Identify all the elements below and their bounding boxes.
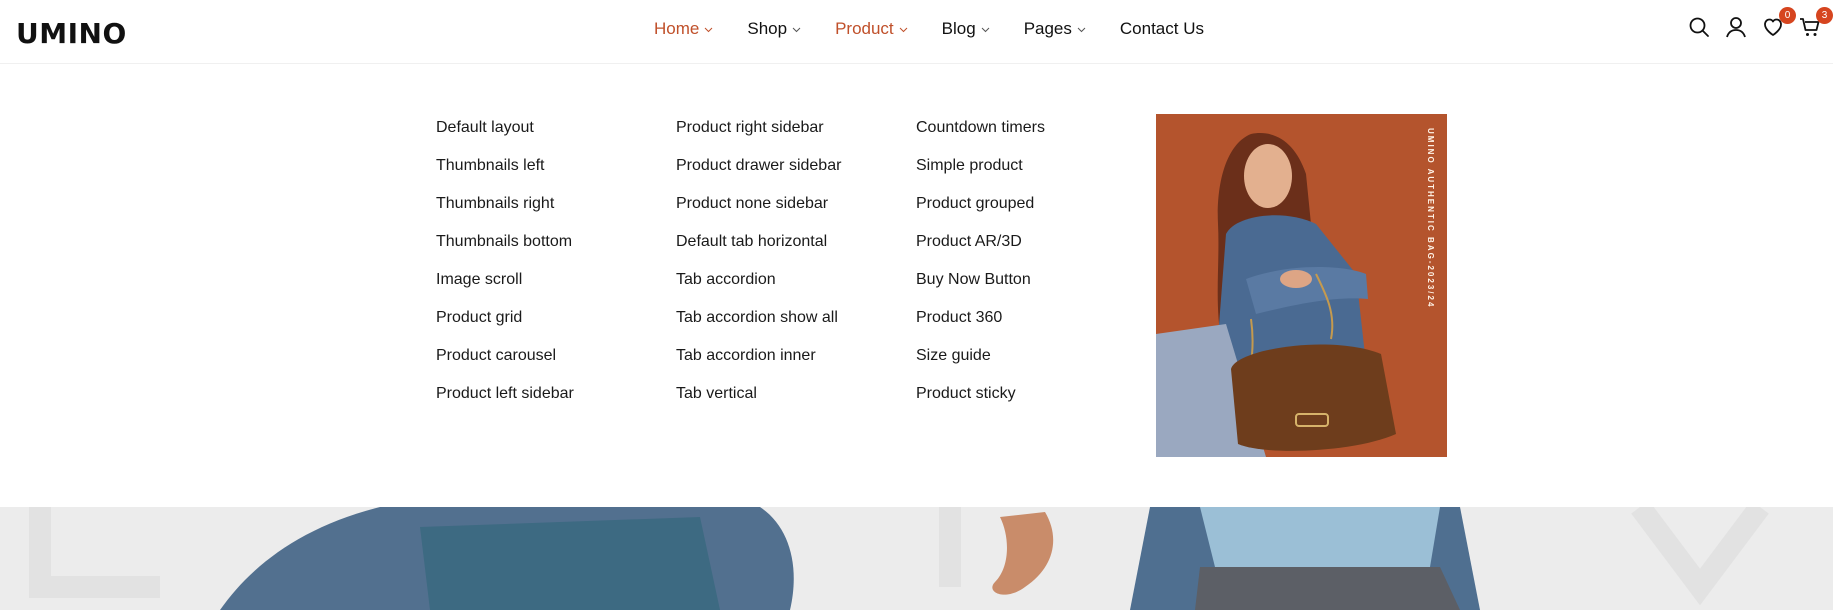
menu-link-product-grid[interactable]: Product grid — [436, 304, 574, 342]
menu-link-thumbnails-bottom[interactable]: Thumbnails bottom — [436, 228, 574, 266]
menu-link-product-sticky[interactable]: Product sticky — [916, 380, 1045, 418]
menu-link-buy-now-button[interactable]: Buy Now Button — [916, 266, 1045, 304]
nav-item-label: Shop — [747, 19, 788, 38]
menu-link-size-guide[interactable]: Size guide — [916, 342, 1045, 380]
nav-item-home[interactable]: Home — [654, 19, 713, 39]
main-nav: Home Shop Product Blog Pages Contact Us — [654, 19, 1238, 39]
account-button[interactable] — [1725, 16, 1749, 40]
mega-menu-column-features: Countdown timers Simple product Product … — [916, 114, 1045, 418]
hero-banner-partial — [0, 507, 1833, 610]
wishlist-button[interactable]: 0 — [1762, 7, 1796, 40]
menu-link-thumbnails-right[interactable]: Thumbnails right — [436, 190, 574, 228]
site-header: UMINO Home Shop Product Blog Pages Conta… — [0, 0, 1833, 64]
menu-link-product-drawer-sidebar[interactable]: Product drawer sidebar — [676, 152, 841, 190]
menu-link-product-grouped[interactable]: Product grouped — [916, 190, 1045, 228]
nav-item-label: Pages — [1023, 19, 1072, 38]
menu-link-tab-accordion[interactable]: Tab accordion — [676, 266, 841, 304]
nav-item-label: Contact Us — [1119, 19, 1204, 38]
promo-caption: UMINO AUTHENTIC BAG-2023/24 — [1426, 128, 1435, 309]
nav-item-label: Blog — [941, 19, 976, 38]
wishlist-count-badge: 0 — [1779, 7, 1796, 24]
menu-link-product-360[interactable]: Product 360 — [916, 304, 1045, 342]
chevron-down-icon — [981, 27, 990, 33]
menu-link-default-layout[interactable]: Default layout — [436, 114, 574, 152]
cart-button[interactable]: 3 — [1799, 7, 1833, 40]
chevron-down-icon — [1077, 27, 1086, 33]
user-icon — [1726, 17, 1746, 38]
nav-item-pages[interactable]: Pages — [1024, 19, 1086, 39]
menu-link-default-tab-horizontal[interactable]: Default tab horizontal — [676, 228, 841, 266]
nav-item-shop[interactable]: Shop — [747, 19, 801, 39]
model-with-bag-illustration — [1156, 114, 1447, 457]
menu-link-product-left-sidebar[interactable]: Product left sidebar — [436, 380, 574, 418]
menu-link-simple-product[interactable]: Simple product — [916, 152, 1045, 190]
chevron-down-icon — [705, 27, 713, 33]
cart-count-badge: 3 — [1816, 7, 1833, 24]
menu-link-product-none-sidebar[interactable]: Product none sidebar — [676, 190, 841, 228]
menu-link-countdown-timers[interactable]: Countdown timers — [916, 114, 1045, 152]
nav-item-blog[interactable]: Blog — [942, 19, 990, 39]
chevron-down-icon — [792, 27, 801, 33]
search-icon — [1689, 17, 1709, 37]
menu-link-product-carousel[interactable]: Product carousel — [436, 342, 574, 380]
product-mega-menu: Default layout Thumbnails left Thumbnail… — [0, 64, 1833, 507]
menu-link-thumbnails-left[interactable]: Thumbnails left — [436, 152, 574, 190]
menu-link-tab-accordion-inner[interactable]: Tab accordion inner — [676, 342, 841, 380]
menu-link-product-right-sidebar[interactable]: Product right sidebar — [676, 114, 841, 152]
promo-image[interactable]: UMINO AUTHENTIC BAG-2023/24 — [1156, 114, 1447, 457]
menu-link-tab-accordion-show-all[interactable]: Tab accordion show all — [676, 304, 841, 342]
nav-item-label: Home — [654, 19, 700, 38]
mega-menu-column-sidebars-tabs: Product right sidebar Product drawer sid… — [676, 114, 841, 418]
hero-illustration — [0, 507, 1833, 610]
nav-item-label: Product — [835, 19, 894, 38]
nav-item-product[interactable]: Product — [835, 19, 908, 39]
menu-link-image-scroll[interactable]: Image scroll — [436, 266, 574, 304]
nav-item-contact[interactable]: Contact Us — [1120, 19, 1204, 39]
menu-link-tab-vertical[interactable]: Tab vertical — [676, 380, 841, 418]
menu-link-product-ar-3d[interactable]: Product AR/3D — [916, 228, 1045, 266]
logo[interactable]: UMINO — [16, 17, 127, 50]
mega-menu-column-layouts: Default layout Thumbnails left Thumbnail… — [436, 114, 574, 418]
chevron-down-icon — [899, 27, 908, 33]
header-icons: 0 3 — [1675, 7, 1833, 40]
search-button[interactable] — [1688, 16, 1712, 40]
